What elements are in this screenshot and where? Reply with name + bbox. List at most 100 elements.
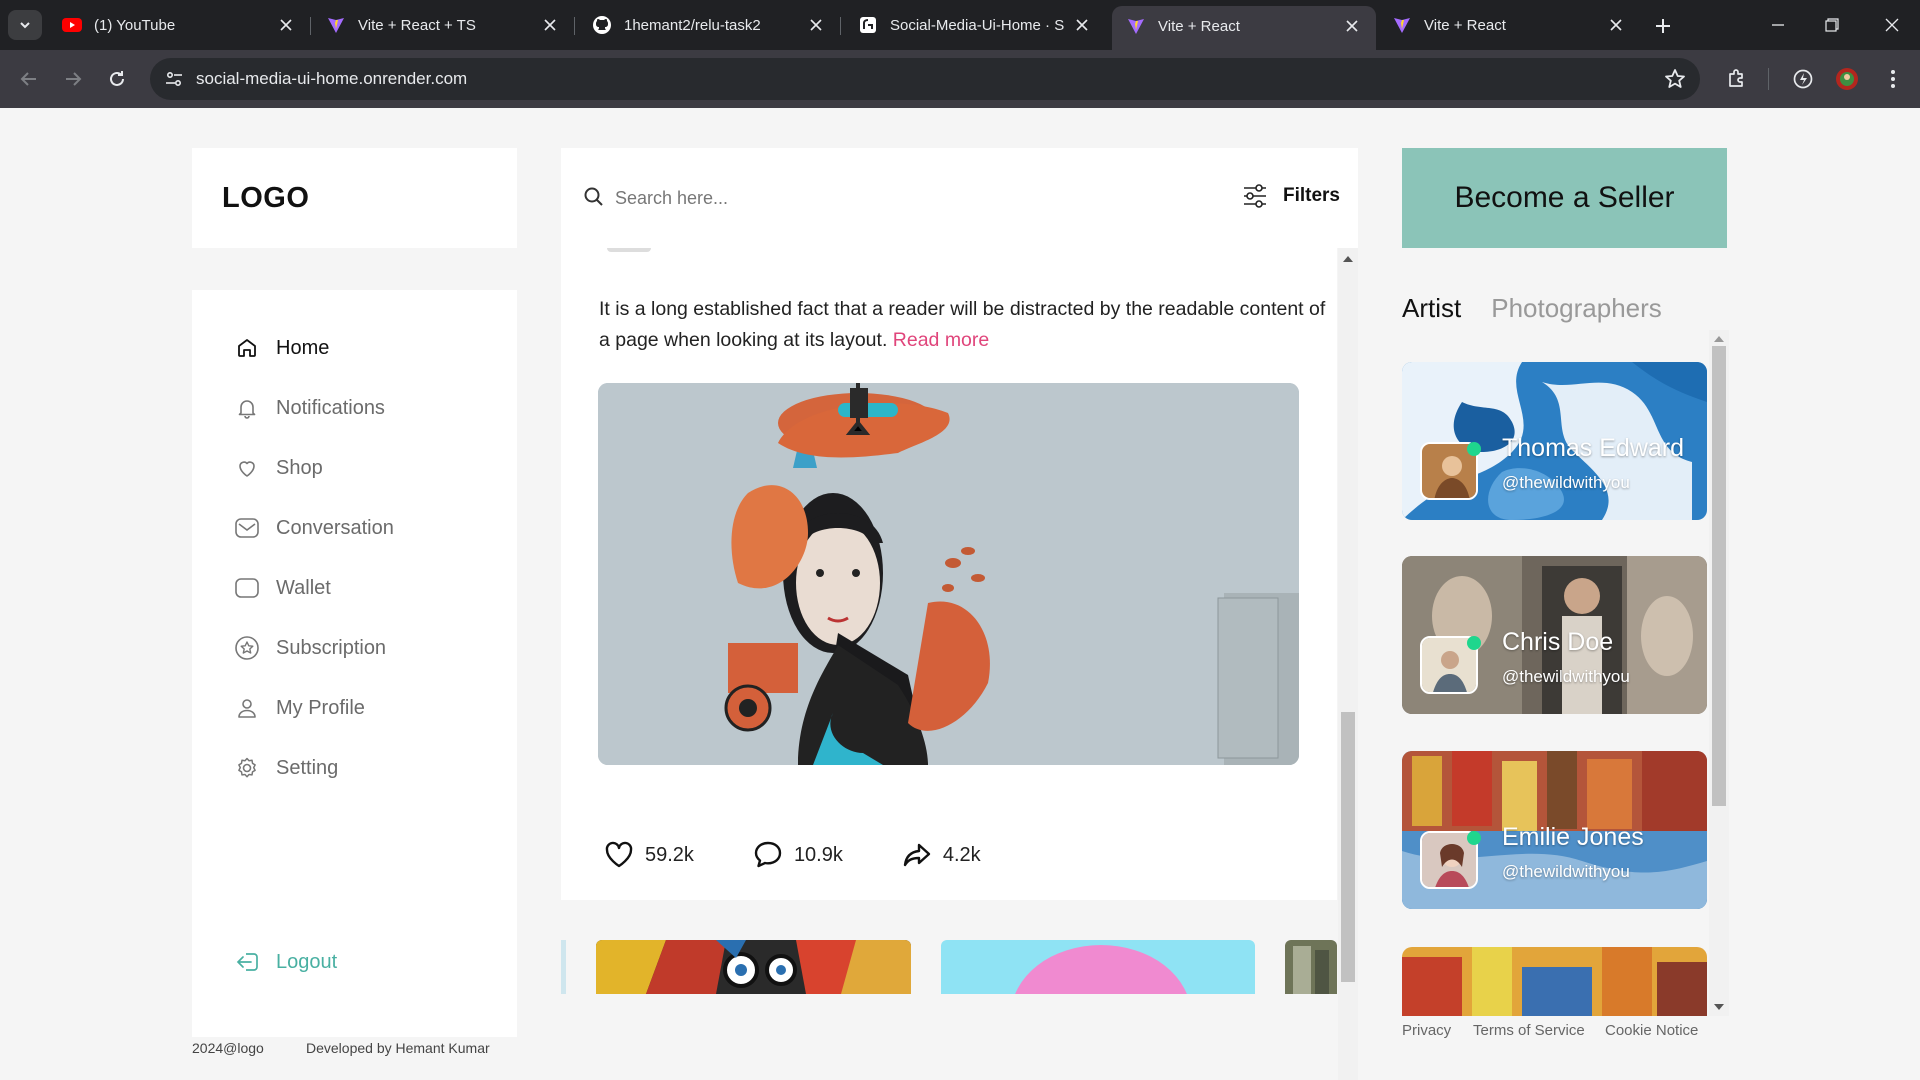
forward-button[interactable] <box>58 64 88 94</box>
url-text: social-media-ui-home.onrender.com <box>196 69 468 88</box>
new-tab-button[interactable] <box>1648 12 1678 40</box>
tab-title: Vite + React <box>1158 17 1240 35</box>
search-input[interactable] <box>615 184 1175 212</box>
avatar[interactable] <box>1834 66 1860 92</box>
post-thumbnail[interactable] <box>941 940 1255 994</box>
artist-handle: @thewildwithyou <box>1502 473 1630 492</box>
terms-link[interactable]: Terms of Service <box>1473 1022 1585 1039</box>
read-more-link[interactable]: Read more <box>893 329 989 351</box>
tab-photographers[interactable]: Photographers <box>1491 293 1662 324</box>
site-settings-icon[interactable] <box>162 67 186 91</box>
sidebar-item-label: My Profile <box>276 696 365 719</box>
app-page: LOGO Home Notifications Shop Conversatio… <box>0 108 1920 1080</box>
reload-button[interactable] <box>102 64 132 94</box>
comment-button[interactable]: 10.9k <box>752 839 843 871</box>
search-icon <box>583 186 605 208</box>
post-thumbnail[interactable] <box>596 940 911 994</box>
browser-tab[interactable]: Social-Media-Ui-Home · S <box>844 8 1106 42</box>
share-count: 4.2k <box>942 843 981 866</box>
post-thumbnail[interactable] <box>561 940 566 994</box>
search-bar-card: Filters <box>561 148 1358 248</box>
close-icon[interactable] <box>538 13 562 37</box>
performance-icon[interactable] <box>1790 66 1816 92</box>
vite-icon <box>1126 16 1146 36</box>
address-bar[interactable]: social-media-ui-home.onrender.com <box>150 58 1700 100</box>
minimize-button[interactable] <box>1758 10 1798 40</box>
close-icon <box>1885 18 1899 32</box>
feed: It is a long established fact that a rea… <box>561 248 1347 1008</box>
comment-count: 10.9k <box>793 843 843 866</box>
next-posts-strip <box>561 940 1337 994</box>
plus-icon <box>1656 19 1670 33</box>
cookie-notice-link[interactable]: Cookie Notice <box>1605 1022 1698 1039</box>
artist-card[interactable] <box>1402 947 1707 1016</box>
artist-list: Thomas Edward @thewildwithyou Chris Doe … <box>1402 356 1708 1016</box>
sidebar-item-notifications[interactable]: Notifications <box>234 395 385 421</box>
sidebar-item-label: Setting <box>276 756 339 779</box>
arrow-left-icon <box>20 72 36 86</box>
tab-title: (1) YouTube <box>94 16 176 34</box>
github-icon <box>592 15 612 35</box>
browser-tab[interactable]: 1hemant2/relu-task2 <box>578 8 841 42</box>
browser-tab[interactable]: Vite + React <box>1378 8 1640 42</box>
post-text: It is a long established fact that a rea… <box>599 294 1329 356</box>
developer-credit: Developed by Hemant Kumar <box>306 1040 490 1056</box>
artist-list-scrollbar[interactable] <box>1709 330 1729 1016</box>
logo[interactable]: LOGO <box>222 182 309 215</box>
restore-button[interactable] <box>1812 10 1852 40</box>
like-button[interactable]: 59.2k <box>603 839 694 871</box>
browser-tab-active[interactable]: Vite + React <box>1112 6 1376 50</box>
logout-label: Logout <box>276 950 338 973</box>
browser-tab[interactable]: (1) YouTube <box>48 8 311 42</box>
logout-button[interactable]: Logout <box>234 949 337 975</box>
artist-card[interactable]: Thomas Edward @thewildwithyou <box>1402 362 1707 520</box>
post-thumbnail[interactable] <box>1285 940 1337 994</box>
feed-scrollbar[interactable] <box>1338 248 1358 1080</box>
close-window-button[interactable] <box>1872 10 1912 40</box>
heart-icon <box>603 839 635 871</box>
bookmark-star-icon[interactable] <box>1664 68 1686 90</box>
artist-card[interactable]: Chris Doe @thewildwithyou <box>1402 556 1707 714</box>
arrow-right-icon <box>66 72 82 86</box>
close-icon[interactable] <box>1604 13 1628 37</box>
tab-search-button[interactable] <box>8 10 42 40</box>
share-icon <box>901 839 933 871</box>
logout-icon <box>234 949 260 975</box>
extensions-icon[interactable] <box>1724 66 1750 92</box>
back-button[interactable] <box>14 64 44 94</box>
artist-name: Emilie Jones <box>1502 823 1644 851</box>
heart-icon <box>234 455 260 481</box>
privacy-link[interactable]: Privacy <box>1402 1022 1451 1039</box>
sidebar-item-label: Wallet <box>276 576 331 599</box>
browser-toolbar: social-media-ui-home.onrender.com <box>0 50 1920 108</box>
post-image[interactable] <box>598 383 1299 765</box>
sidebar-item-subscription[interactable]: Subscription <box>234 635 386 661</box>
more-options-icon[interactable] <box>1880 66 1906 92</box>
sidebar-item-conversation[interactable]: Conversation <box>234 515 394 541</box>
share-button[interactable]: 4.2k <box>901 839 981 871</box>
scroll-up-arrow <box>1343 256 1353 262</box>
sidebar-item-my-profile[interactable]: My Profile <box>234 695 365 721</box>
logo-card: LOGO <box>192 148 517 248</box>
tab-artist[interactable]: Artist <box>1402 293 1461 324</box>
sidebar-item-wallet[interactable]: Wallet <box>234 575 331 601</box>
scroll-up-arrow <box>1714 336 1724 342</box>
browser-tab[interactable]: Vite + React + TS <box>312 8 575 42</box>
badge-icon <box>234 635 260 661</box>
close-icon[interactable] <box>1070 13 1094 37</box>
sidebar-item-shop[interactable]: Shop <box>234 455 323 481</box>
sidebar-nav: Home Notifications Shop Conversation Wal… <box>192 290 517 1037</box>
tab-title: Vite + React <box>1424 16 1506 34</box>
sidebar-item-setting[interactable]: Setting <box>234 755 338 781</box>
sidebar-item-home[interactable]: Home <box>234 335 329 361</box>
close-icon[interactable] <box>1340 14 1364 38</box>
youtube-icon <box>62 15 82 35</box>
close-icon[interactable] <box>274 13 298 37</box>
filters-button[interactable]: Filters <box>1241 182 1340 210</box>
become-seller-button[interactable]: Become a Seller <box>1402 148 1727 248</box>
sidebar-item-label: Shop <box>276 456 323 479</box>
artist-card[interactable]: Emilie Jones @thewildwithyou <box>1402 751 1707 909</box>
post-actions: 59.2k 10.9k 4.2k <box>603 839 1039 871</box>
close-icon[interactable] <box>804 13 828 37</box>
gear-icon <box>234 755 260 781</box>
